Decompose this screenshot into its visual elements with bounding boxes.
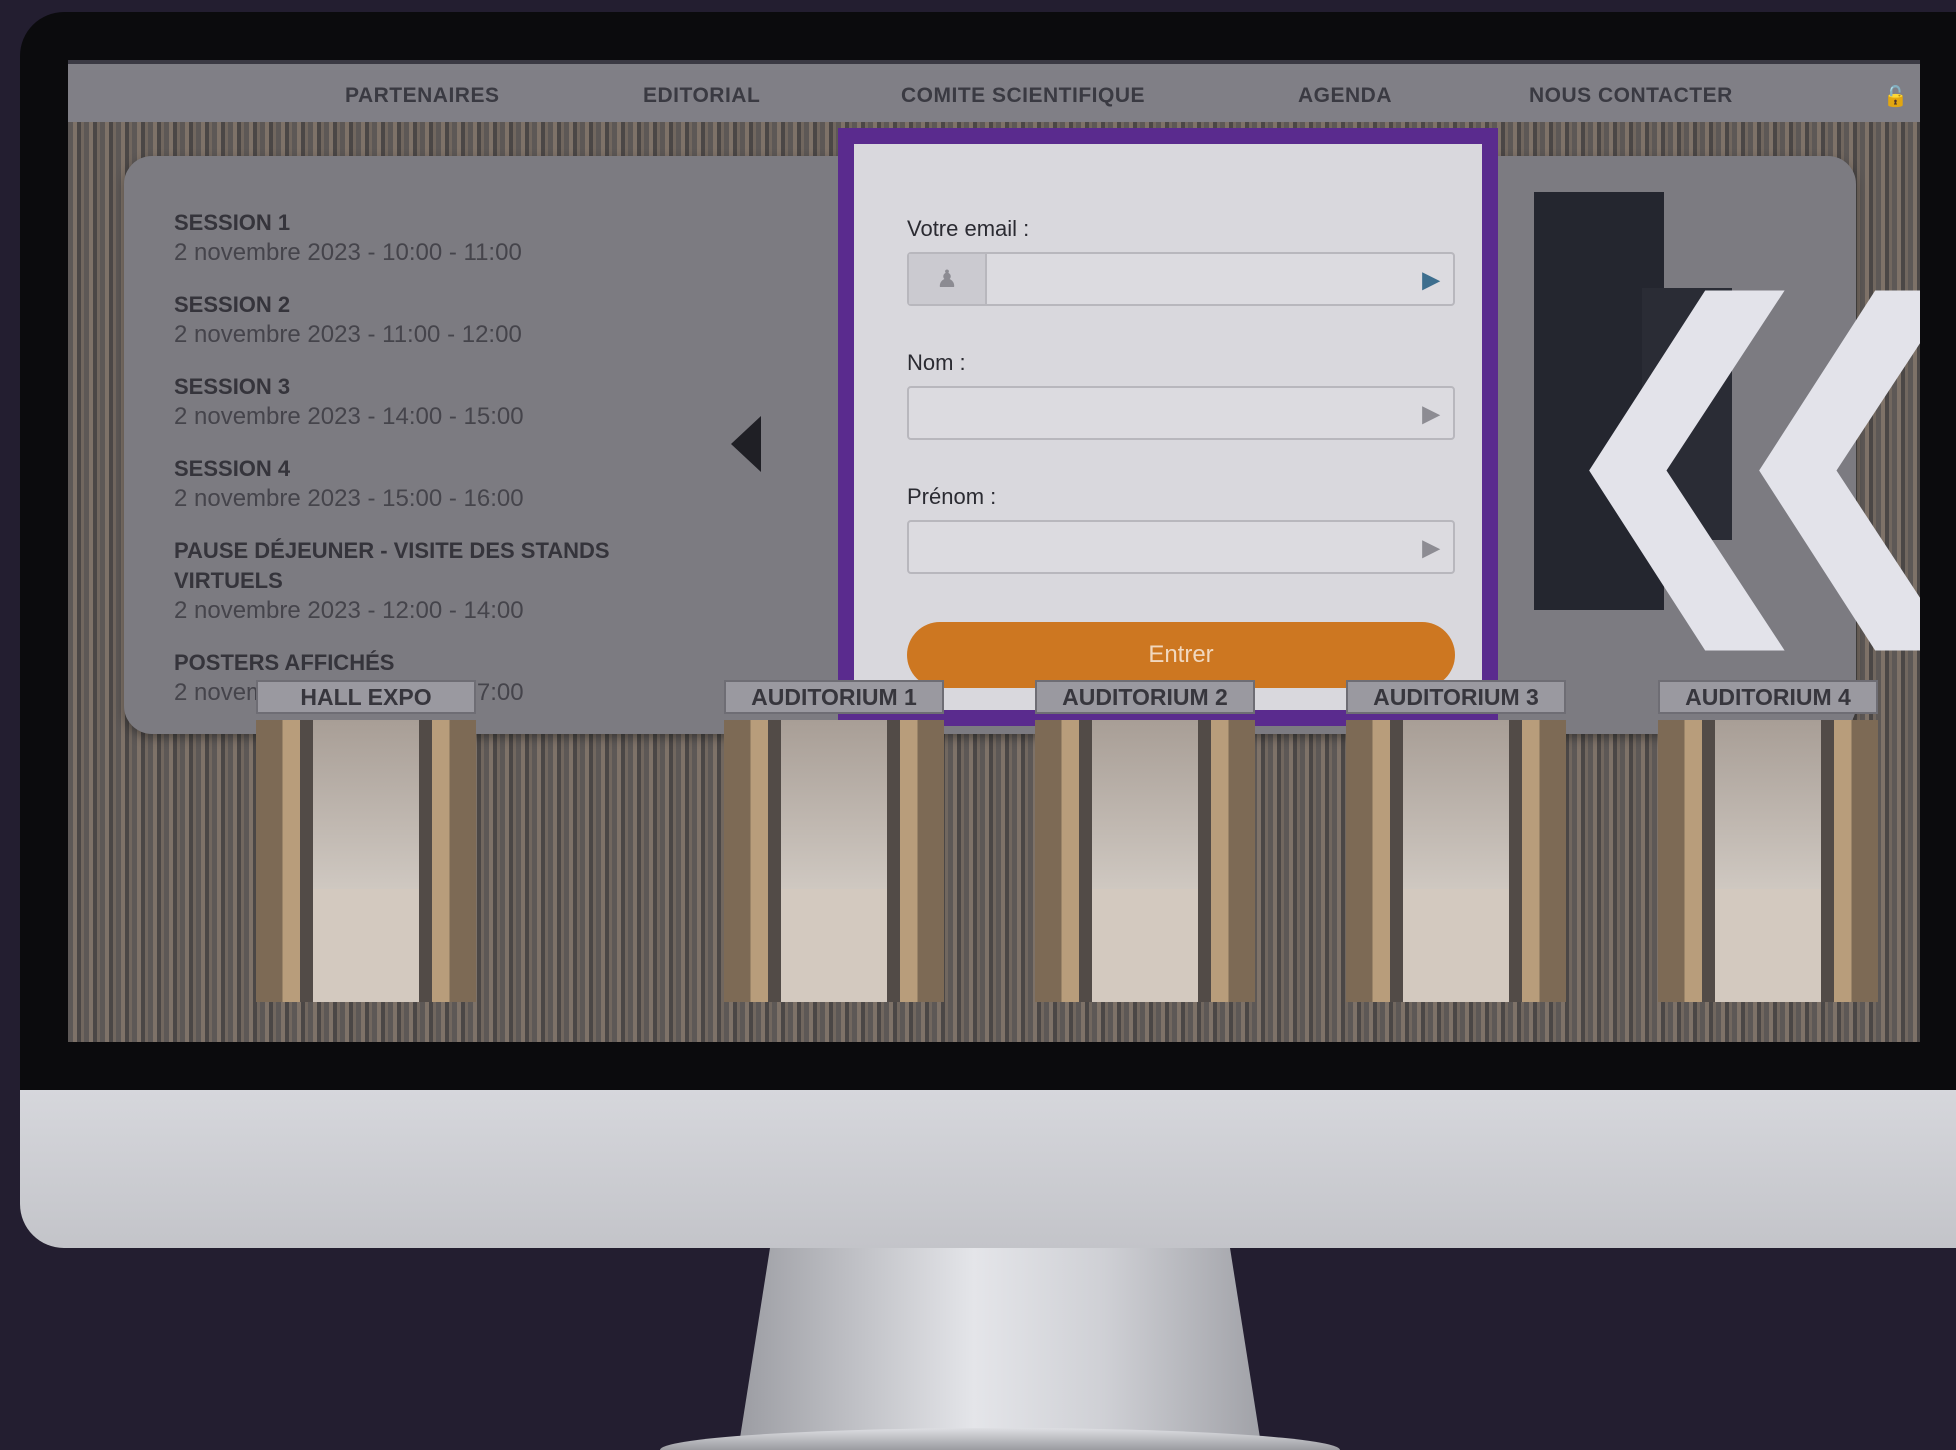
- list-item[interactable]: SESSION 2 2 novembre 2023 - 11:00 - 12:0…: [174, 290, 694, 350]
- session-time: 2 novembre 2023 - 14:00 - 15:00: [174, 403, 524, 430]
- room-label: HALL EXPO: [256, 680, 476, 714]
- room-label: AUDITORIUM 3: [1346, 680, 1566, 714]
- nom-field-wrapper: ▶: [907, 386, 1455, 440]
- session-title: SESSION 2: [174, 292, 291, 317]
- nav-agenda[interactable]: AGENDA: [1298, 84, 1392, 108]
- autofill-icon[interactable]: ▶: [1421, 267, 1441, 293]
- room-auditorium-1[interactable]: AUDITORIUM 1: [724, 680, 944, 1002]
- nav-nous-contacter[interactable]: NOUS CONTACTER: [1529, 84, 1733, 108]
- screen: PARTENAIRES EDITORIAL COMITE SCIENTIFIQU…: [68, 60, 1920, 1042]
- session-time: 2 novembre 2023 - 12:00 - 14:00: [174, 597, 524, 624]
- session-title: SESSION 3: [174, 374, 291, 399]
- door-image: [256, 720, 476, 1002]
- monitor-stand: [740, 1248, 1260, 1438]
- list-item[interactable]: PAUSE DÉJEUNER - VISITE DES STANDS VIRTU…: [174, 536, 694, 626]
- room-auditorium-3[interactable]: AUDITORIUM 3: [1346, 680, 1566, 1002]
- room-auditorium-2[interactable]: AUDITORIUM 2: [1035, 680, 1255, 1002]
- prenom-field-wrapper: ▶: [907, 520, 1455, 574]
- room-label: AUDITORIUM 4: [1658, 680, 1878, 714]
- prenom-field[interactable]: [909, 522, 1453, 572]
- list-item[interactable]: SESSION 4 2 novembre 2023 - 15:00 - 16:0…: [174, 454, 694, 514]
- door-image: [1658, 720, 1878, 1002]
- nom-label: Nom :: [907, 350, 966, 375]
- session-time: 2 novembre 2023 - 15:00 - 16:00: [174, 485, 524, 512]
- prenom-label: Prénom :: [907, 484, 997, 509]
- monitor-chin: [20, 1090, 1956, 1248]
- autofill-icon[interactable]: ▶: [1421, 401, 1441, 427]
- email-field[interactable]: [985, 254, 1453, 304]
- door-image: [1035, 720, 1255, 1002]
- session-time: 2 novembre 2023 - 11:00 - 12:00: [174, 321, 522, 348]
- login-modal: Votre email : ♟ ▶ Nom : ▶ Prénom : ▶ Ent…: [838, 128, 1498, 726]
- list-item[interactable]: SESSION 3 2 novembre 2023 - 14:00 - 15:0…: [174, 372, 694, 432]
- door-image: [724, 720, 944, 1002]
- room-hall-expo[interactable]: HALL EXPO: [256, 680, 476, 1002]
- session-title: POSTERS AFFICHÉS: [174, 650, 395, 675]
- list-item[interactable]: SESSION 1 2 novembre 2023 - 10:00 - 11:0…: [174, 208, 694, 268]
- door-image: [1346, 720, 1566, 1002]
- session-title: SESSION 1: [174, 210, 291, 235]
- session-time: 2 novembre 2023 - 10:00 - 11:00: [174, 239, 522, 266]
- room-label: AUDITORIUM 2: [1035, 680, 1255, 714]
- email-field-wrapper: ♟ ▶: [907, 252, 1455, 306]
- session-title: SESSION 4: [174, 456, 291, 481]
- lock-icon[interactable]: 🔓: [1883, 84, 1908, 109]
- top-navigation: PARTENAIRES EDITORIAL COMITE SCIENTIFIQU…: [68, 60, 1920, 122]
- autofill-icon[interactable]: ▶: [1421, 535, 1441, 561]
- session-title: PAUSE DÉJEUNER - VISITE DES STANDS VIRTU…: [174, 538, 610, 593]
- email-label: Votre email :: [907, 216, 1030, 241]
- session-list: SESSION 1 2 novembre 2023 - 10:00 - 11:0…: [174, 208, 694, 720]
- room-auditorium-4[interactable]: AUDITORIUM 4: [1658, 680, 1878, 1002]
- nom-field[interactable]: [909, 388, 1453, 438]
- user-icon: ♟: [909, 254, 987, 304]
- nav-comite-scientifique[interactable]: COMITE SCIENTIFIQUE: [901, 84, 1145, 108]
- enter-button[interactable]: Entrer: [907, 622, 1455, 688]
- chevron-left-icon: ❮: [1878, 260, 1920, 620]
- room-label: AUDITORIUM 1: [724, 680, 944, 714]
- carousel-prev-icon[interactable]: [731, 416, 761, 472]
- nav-editorial[interactable]: EDITORIAL: [643, 84, 760, 108]
- nav-partenaires[interactable]: PARTENAIRES: [345, 84, 499, 108]
